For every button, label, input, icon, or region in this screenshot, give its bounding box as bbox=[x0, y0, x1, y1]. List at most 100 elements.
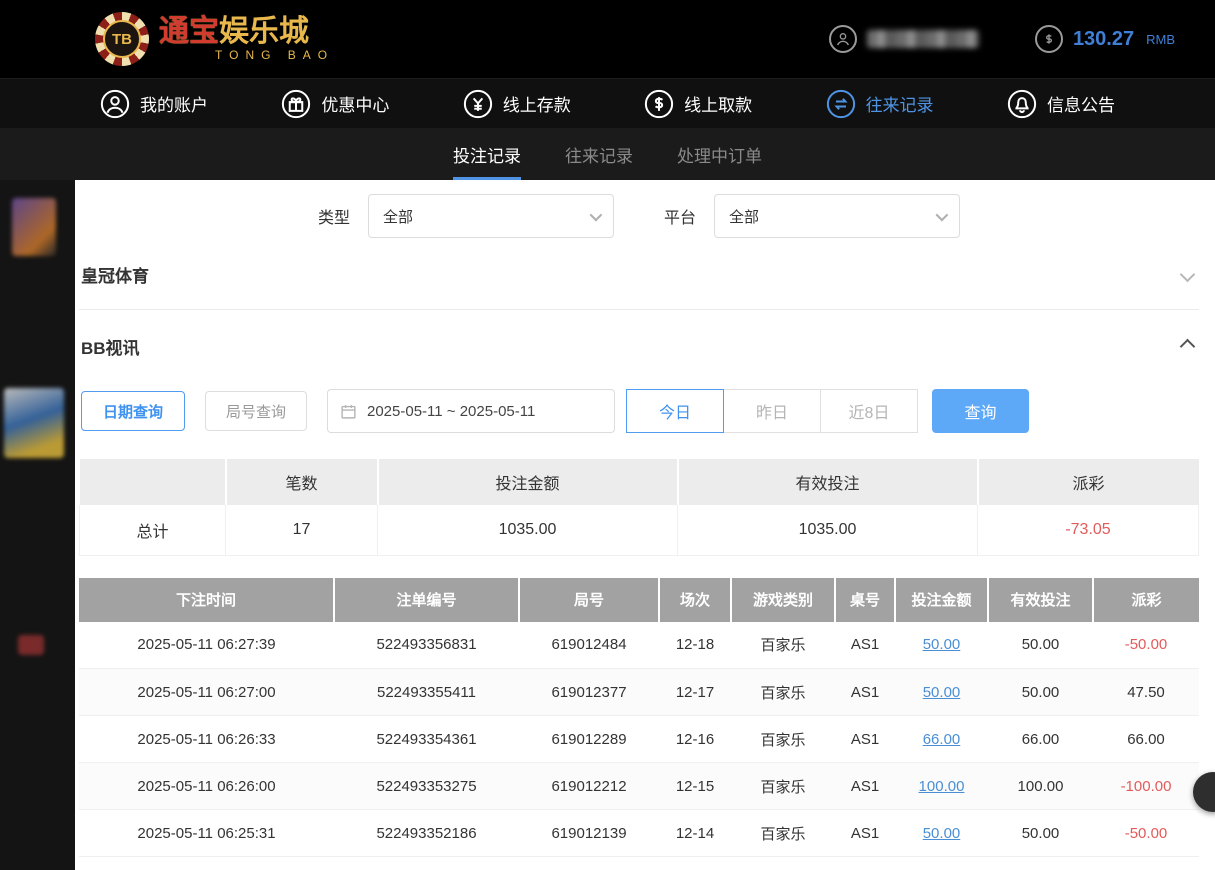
type-filter-label: 类型 bbox=[318, 204, 350, 228]
round-query-button[interactable]: 局号查询 bbox=[205, 391, 307, 431]
cell-game-type: 百家乐 bbox=[731, 763, 835, 810]
tab-processing-orders[interactable]: 处理中订单 bbox=[677, 128, 762, 180]
bet-amount-link[interactable]: 100.00 bbox=[895, 763, 988, 810]
yesterday-button[interactable]: 昨日 bbox=[723, 389, 821, 433]
logo-cn-part2: 娱乐城 bbox=[219, 15, 309, 48]
poker-chip-icon: TB bbox=[95, 12, 149, 66]
cell-table-no: AS1 bbox=[835, 669, 895, 716]
withdraw-icon bbox=[644, 89, 674, 119]
cell-session: 12-17 bbox=[659, 669, 731, 716]
type-select-value: 全部 bbox=[383, 206, 413, 227]
platform-select[interactable]: 全部 bbox=[714, 194, 960, 238]
username-redacted bbox=[867, 30, 979, 48]
balance-amount: 130.27 bbox=[1073, 28, 1134, 51]
summary-table: 笔数 投注金额 有效投注 派彩 总计 17 1035.00 1035.00 -7… bbox=[79, 459, 1199, 556]
cell-bet-id: 522493352186 bbox=[334, 810, 519, 857]
col-header-bet-id: 注单编号 bbox=[334, 578, 519, 622]
nav-label: 我的账户 bbox=[140, 91, 208, 116]
chevron-down-icon bbox=[936, 208, 949, 221]
tab-bet-records[interactable]: 投注记录 bbox=[453, 128, 521, 180]
cell-game-type: 百家乐 bbox=[731, 810, 835, 857]
section-crown-sports[interactable]: 皇冠体育 bbox=[79, 238, 1199, 310]
tab-transaction-records[interactable]: 往来记录 bbox=[565, 128, 633, 180]
cell-bet-id: 522493353275 bbox=[334, 763, 519, 810]
user-account[interactable] bbox=[829, 25, 979, 53]
cell-session: 12-14 bbox=[659, 810, 731, 857]
chevron-down-icon bbox=[590, 208, 603, 221]
nav-item-announcements[interactable]: 信息公告 bbox=[1007, 89, 1115, 119]
bet-amount-link[interactable]: 50.00 bbox=[895, 810, 988, 857]
cell-session: 12-15 bbox=[659, 763, 731, 810]
cell-payout: -100.00 bbox=[1093, 763, 1199, 810]
calendar-icon bbox=[340, 403, 357, 420]
cell-valid-bet: 50.00 bbox=[988, 810, 1093, 857]
cell-game-type: 百家乐 bbox=[731, 716, 835, 763]
site-logo[interactable]: TB 通宝娱乐城 TONG BAO bbox=[95, 12, 334, 66]
deposit-icon bbox=[463, 89, 493, 119]
cell-round-no: 619012484 bbox=[519, 622, 659, 669]
cell-bet-id: 522493354361 bbox=[334, 716, 519, 763]
chevron-down-icon[interactable] bbox=[1180, 267, 1196, 283]
summary-header-payout: 派彩 bbox=[978, 459, 1199, 505]
cell-bet-time: 2025-05-11 06:26:33 bbox=[79, 716, 334, 763]
nav-label: 往来记录 bbox=[866, 91, 934, 116]
col-header-valid-bet: 有效投注 bbox=[988, 578, 1093, 622]
logo-en: TONG BAO bbox=[159, 48, 334, 62]
chevron-up-icon[interactable] bbox=[1180, 339, 1196, 355]
section-title: BB视讯 bbox=[81, 334, 140, 359]
cell-table-no: AS1 bbox=[835, 810, 895, 857]
cell-game-type: 百家乐 bbox=[731, 669, 835, 716]
cell-bet-id: 522493355411 bbox=[334, 669, 519, 716]
cell-bet-time: 2025-05-11 06:25:31 bbox=[79, 810, 334, 857]
date-query-button[interactable]: 日期查询 bbox=[81, 391, 185, 431]
summary-valid-bet: 1035.00 bbox=[678, 505, 978, 555]
sub-nav: 投注记录 往来记录 处理中订单 bbox=[0, 128, 1215, 180]
dollar-icon bbox=[1035, 25, 1063, 53]
summary-bet-amount: 1035.00 bbox=[378, 505, 678, 555]
bet-amount-link[interactable]: 66.00 bbox=[895, 716, 988, 763]
search-button[interactable]: 查询 bbox=[932, 389, 1029, 433]
bell-icon bbox=[1007, 89, 1037, 119]
user-icon bbox=[829, 25, 857, 53]
background-page-strip bbox=[0, 180, 75, 870]
col-header-bet-amount: 投注金额 bbox=[895, 578, 988, 622]
table-row: 2025-05-11 06:25:31 522493352186 6190121… bbox=[79, 810, 1199, 857]
cell-round-no: 619012377 bbox=[519, 669, 659, 716]
table-row: 2025-05-11 06:27:00 522493355411 6190123… bbox=[79, 669, 1199, 716]
cell-valid-bet: 50.00 bbox=[988, 622, 1093, 669]
date-range-input[interactable]: 2025-05-11 ~ 2025-05-11 bbox=[327, 389, 615, 433]
today-button[interactable]: 今日 bbox=[626, 389, 724, 433]
summary-count: 17 bbox=[226, 505, 378, 555]
cell-valid-bet: 100.00 bbox=[988, 763, 1093, 810]
bet-amount-link[interactable]: 50.00 bbox=[895, 669, 988, 716]
query-controls: 日期查询 局号查询 2025-05-11 ~ 2025-05-11 今日 昨日 … bbox=[81, 389, 1199, 433]
date-range-value: 2025-05-11 ~ 2025-05-11 bbox=[367, 403, 535, 420]
type-select[interactable]: 全部 bbox=[368, 194, 614, 238]
table-row: 2025-05-11 06:27:39 522493356831 6190124… bbox=[79, 622, 1199, 669]
content: 类型 全部 平台 全部 皇冠体育 bbox=[75, 180, 1215, 870]
nav-item-deposit[interactable]: 线上存款 bbox=[463, 89, 571, 119]
nav-label: 信息公告 bbox=[1047, 91, 1115, 116]
cell-payout: -50.00 bbox=[1093, 810, 1199, 857]
nav-label: 线上取款 bbox=[684, 91, 752, 116]
cell-payout: 47.50 bbox=[1093, 669, 1199, 716]
col-header-bet-time: 下注时间 bbox=[79, 578, 334, 622]
nav-item-withdraw[interactable]: 线上取款 bbox=[644, 89, 752, 119]
summary-header-blank bbox=[80, 459, 226, 505]
summary-header-count: 笔数 bbox=[226, 459, 378, 505]
nav-item-records[interactable]: 往来记录 bbox=[826, 89, 934, 119]
bet-amount-link[interactable]: 50.00 bbox=[895, 622, 988, 669]
cell-bet-id: 522493356831 bbox=[334, 622, 519, 669]
nav-item-my-account[interactable]: 我的账户 bbox=[100, 89, 208, 119]
bet-table-body: 2025-05-11 06:27:39 522493356831 6190124… bbox=[79, 622, 1199, 857]
cell-round-no: 619012289 bbox=[519, 716, 659, 763]
col-header-game-type: 游戏类别 bbox=[731, 578, 835, 622]
summary-header-valid-bet: 有效投注 bbox=[678, 459, 978, 505]
last8days-button[interactable]: 近8日 bbox=[820, 389, 918, 433]
balance[interactable]: 130.27 RMB bbox=[1035, 25, 1175, 53]
cell-valid-bet: 50.00 bbox=[988, 669, 1093, 716]
summary-total-label: 总计 bbox=[80, 505, 226, 555]
section-bb-video[interactable]: BB视讯 bbox=[79, 310, 1199, 381]
chip-label: TB bbox=[103, 20, 141, 58]
nav-item-promotions[interactable]: 优惠中心 bbox=[281, 89, 389, 119]
